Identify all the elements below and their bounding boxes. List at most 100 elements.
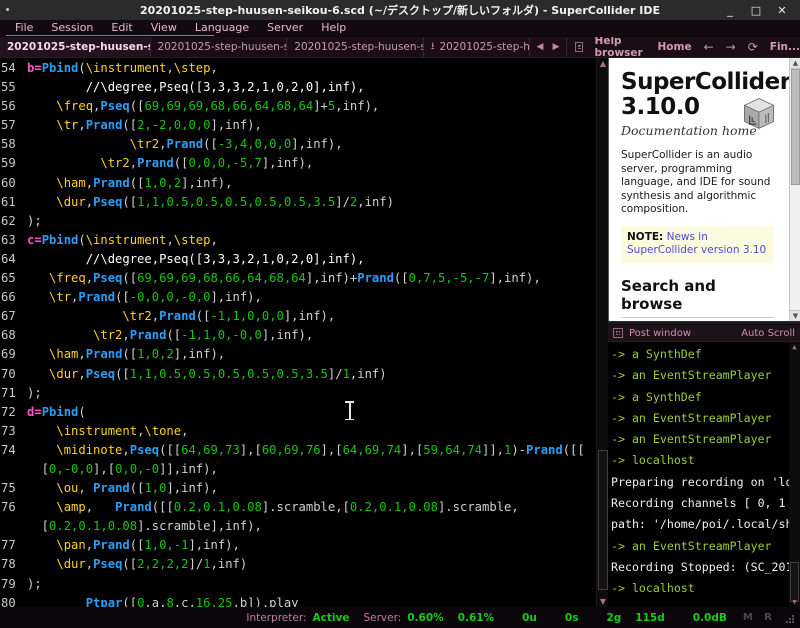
scrollbar-thumb[interactable] xyxy=(598,450,608,590)
help-browser-toolbar: Help browser Home ← → ⟳ Fin... xyxy=(567,37,800,57)
code-text: \ou, Prand([1,0],inf), xyxy=(56,481,218,496)
server-synths: 0s xyxy=(564,611,579,624)
title-bar: 20201025-step-huusen-seikou-6.scd (~/デスク… xyxy=(0,0,800,20)
tab-scroll-right-icon[interactable]: ▶ xyxy=(552,42,559,52)
code-text: \tr2,Prand([0,0,0,-5,7],inf), xyxy=(100,156,314,171)
menu-bar: File Session Edit View Language Server H… xyxy=(0,20,800,37)
help-scroll-down-icon[interactable]: ▼ xyxy=(790,310,800,321)
maximize-button[interactable]: □ xyxy=(750,5,762,16)
help-doc-description: SuperCollider is an audio server, progra… xyxy=(621,149,771,215)
code-line: 70 \dur,Pseq([1,1,0.5,0.5,0.5,0.5,0.5,3.… xyxy=(0,365,596,384)
line-number: 80 xyxy=(1,595,16,607)
line-number: 77 xyxy=(1,538,16,553)
code-line: 73 \instrument,\tone, xyxy=(0,422,596,441)
help-find-button[interactable]: Fin... xyxy=(770,41,800,53)
server-synthdefs: 115d xyxy=(635,611,665,624)
scroll-up-icon[interactable]: ▲ xyxy=(597,58,608,69)
line-number: 55 xyxy=(1,80,16,95)
download-icon: ⭳ xyxy=(430,40,435,52)
code-text: \ham,Prand([1,0,2],inf), xyxy=(56,175,233,190)
post-scrollbar-thumb[interactable] xyxy=(790,562,799,602)
code-line: 68 \tr2,Prand([-1,1,0,-0,0],inf), xyxy=(0,326,596,345)
code-text: ); xyxy=(27,385,42,400)
menu-item-server[interactable]: Server xyxy=(258,20,312,36)
line-number: 56 xyxy=(1,99,16,114)
code-editor-panel[interactable]: 54 b=Pbind(\instrument,\step, 55 //\degree… xyxy=(0,58,608,607)
code-line: 65 \freq,Pseq([69,69,69,68,66,64,68,64],… xyxy=(0,269,596,288)
code-text: \pan,Prand([1,0,-1],inf), xyxy=(56,538,240,553)
code-line: 62); xyxy=(0,212,596,231)
menu-item-help[interactable]: Help xyxy=(312,20,355,36)
post-window-line: -> an EventStreamPlayer xyxy=(611,538,772,553)
code-text: \freq,Pseq([69,69,69,68,66,64,68,64],inf… xyxy=(49,271,541,286)
line-number: 65 xyxy=(1,271,16,286)
line-number: 78 xyxy=(1,557,16,572)
line-number: 74 xyxy=(1,442,16,457)
editor-tab-bar: 20201025-step-huusen-seikou-6.scd ✕ 2020… xyxy=(0,37,800,58)
post-window-line: -> localhost xyxy=(611,453,695,468)
help-forward-icon[interactable]: → xyxy=(726,40,736,54)
help-home-button[interactable]: Home xyxy=(658,41,692,53)
post-window-line: -> an EventStreamPlayer xyxy=(611,432,772,447)
help-back-icon[interactable]: ← xyxy=(704,40,714,54)
close-button[interactable]: ✕ xyxy=(776,5,788,16)
line-number: 69 xyxy=(1,347,16,362)
code-line: 56 \freq,Pseq([69,69,69,68,66,64,68,64]+… xyxy=(0,97,596,116)
post-scroll-down-icon[interactable]: ▼ xyxy=(789,597,800,607)
code-text: \instrument,\tone, xyxy=(56,423,189,438)
editor-vertical-scrollbar[interactable]: ▲ ▼ xyxy=(596,58,608,607)
line-number: 54 xyxy=(1,61,16,75)
code-text: b=Pbind(\instrument,\step, xyxy=(27,61,218,75)
help-scrollbar-thumb[interactable] xyxy=(791,69,800,185)
tab-scroll-left-icon[interactable]: ◀ xyxy=(537,42,544,52)
post-window-line: Recording channels [ 0, 1 ] xyxy=(611,496,800,511)
supercollider-cube-logo-icon xyxy=(743,98,775,129)
code-line: 76 \amp, Prand([[0.2,0.1,0.08].scramble,… xyxy=(0,498,596,517)
scroll-down-icon[interactable]: ▼ xyxy=(597,596,608,607)
code-line: 69 \ham,Prand([1,0,2],inf), xyxy=(0,345,596,364)
line-number: 63 xyxy=(1,232,16,247)
tab-label: 20201025-step-huusen-seil xyxy=(439,41,530,53)
code-text: \tr,Prand([-0,0,0,-0,0],inf), xyxy=(49,290,262,305)
auto-scroll-toggle[interactable]: Auto Scroll xyxy=(741,328,795,339)
tab-seikou-2[interactable]: 20201025-step-huusen-seikou-2.scd ✕ xyxy=(287,37,424,57)
help-scroll-up-icon[interactable]: ▲ xyxy=(790,58,800,69)
code-line-wrapped: [0.2,0.1,0.08].scramble],inf), xyxy=(0,517,596,536)
server-level-db: 0.0dB xyxy=(692,611,727,624)
help-browser-panel[interactable]: SuperCollider 3.10.0 Documentation home … xyxy=(608,58,800,321)
code-line: 63 c=Pbind(\instrument,\step, xyxy=(0,231,596,250)
tab-seikou-3[interactable]: 20201025-step-huusen-seikou-3.scd ✕ xyxy=(151,37,288,57)
code-line: 67 \tr2,Prand([-1,1,0,0,0],inf), xyxy=(0,307,596,326)
line-number xyxy=(0,460,27,479)
post-window[interactable]: -> a SynthDef -> an EventStreamPlayer -> a… xyxy=(608,342,800,607)
help-reload-icon[interactable]: ⟳ xyxy=(748,40,758,54)
help-section-heading: Search and browse xyxy=(621,277,774,318)
window-controls: _ □ ✕ xyxy=(724,0,796,20)
window-dot-icon xyxy=(6,8,9,11)
code-line: 78 \dur,Pseq([2,2,2,2]/1,inf) xyxy=(0,555,596,574)
code-line: 64 //\degree,Pseq([3,3,3,2,1,0,2,0],inf)… xyxy=(0,250,596,269)
post-vertical-scrollbar[interactable]: ▲ ▼ xyxy=(789,342,800,607)
tab-seikou-partial[interactable]: ⭳ 20201025-step-huusen-seil xyxy=(424,37,530,57)
code-line: 60 \ham,Prand([1,0,2],inf), xyxy=(0,174,596,193)
post-window-line: -> an EventStreamPlayer xyxy=(611,410,772,425)
code-text: \tr2,Prand([-1,1,0,-0,0],inf), xyxy=(93,328,314,343)
server-groups: 2g xyxy=(606,611,622,624)
right-dock: SuperCollider 3.10.0 Documentation home … xyxy=(608,58,800,607)
post-window-line: -> a SynthDef xyxy=(611,347,702,361)
text-caret xyxy=(349,402,350,418)
help-vertical-scrollbar[interactable]: ▲ ▼ xyxy=(789,58,800,321)
line-number: 57 xyxy=(1,118,16,133)
code-line: 59 \tr2,Prand([0,0,0,-5,7],inf), xyxy=(0,154,596,173)
resize-grip-icon[interactable] xyxy=(784,613,794,623)
post-scroll-up-icon[interactable]: ▲ xyxy=(789,342,800,352)
server-ugens: 0u xyxy=(522,611,537,624)
line-number: 79 xyxy=(1,576,16,591)
code-editor[interactable]: 54 b=Pbind(\instrument,\step, 55 //\degree… xyxy=(0,58,596,607)
code-text: Ptpar([0,a,8,c,16.25,b]).play xyxy=(85,595,299,607)
minimize-button[interactable]: _ xyxy=(724,5,736,16)
code-text: \dur,Pseq([1,1,0.5,0.5,0.5,0.5,0.5,3.5]/… xyxy=(49,366,387,381)
line-number: 72 xyxy=(1,404,16,419)
help-panel-icon xyxy=(575,42,583,52)
tab-seikou-6[interactable]: 20201025-step-huusen-seikou-6.scd ✕ xyxy=(0,37,151,57)
